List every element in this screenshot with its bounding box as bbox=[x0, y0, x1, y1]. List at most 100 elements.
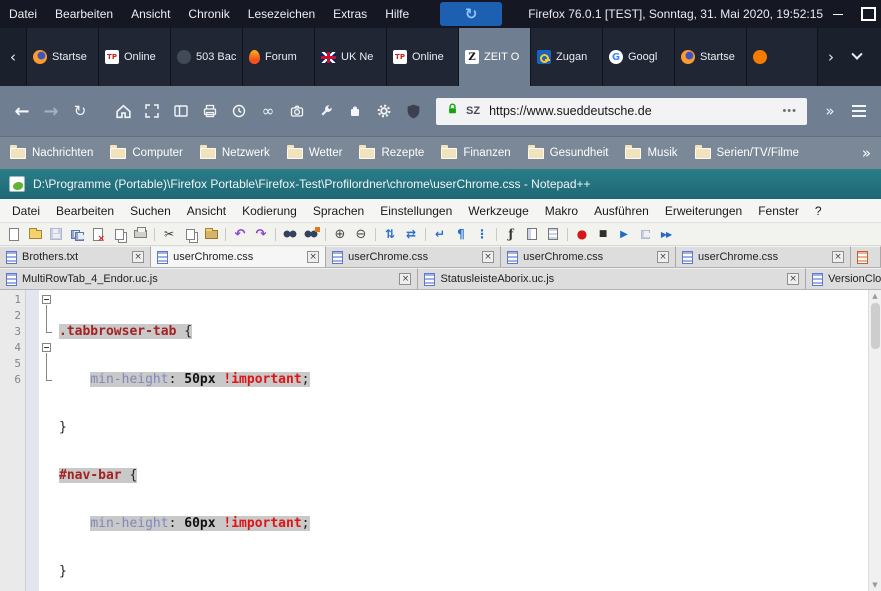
new-file-icon[interactable] bbox=[5, 225, 23, 243]
maximize-button[interactable] bbox=[853, 0, 881, 28]
editor-scrollbar[interactable] bbox=[868, 290, 881, 591]
browser-tab[interactable]: Zugan bbox=[530, 28, 602, 86]
sidebar-icon[interactable] bbox=[167, 96, 195, 126]
indent-guide-icon[interactable] bbox=[473, 225, 491, 243]
save-all-icon[interactable] bbox=[68, 225, 86, 243]
sync-vertical-icon[interactable] bbox=[381, 225, 399, 243]
npp-menu-fenster[interactable]: Fenster bbox=[750, 199, 807, 223]
save-icon[interactable] bbox=[47, 225, 65, 243]
menu-extras[interactable]: Extras bbox=[324, 0, 376, 28]
extensions-icon[interactable] bbox=[341, 96, 369, 126]
menu-ansicht[interactable]: Ansicht bbox=[122, 0, 179, 28]
bookmark-folder-item[interactable]: Finanzen bbox=[441, 147, 510, 159]
bookmark-folder-item[interactable]: Nachrichten bbox=[10, 147, 93, 159]
undo-icon[interactable] bbox=[231, 225, 249, 243]
tab-scroll-left-icon[interactable]: ‹ bbox=[0, 28, 26, 86]
browser-tab[interactable]: Googl bbox=[602, 28, 674, 86]
bookmark-folder-item[interactable]: Gesundheit bbox=[528, 147, 609, 159]
bookmark-folder-item[interactable]: Rezepte bbox=[359, 147, 424, 159]
npp-menu-sprachen[interactable]: Sprachen bbox=[305, 199, 372, 223]
zoom-in-icon[interactable] bbox=[331, 225, 349, 243]
print-icon[interactable] bbox=[196, 96, 224, 126]
menu-bearbeiten[interactable]: Bearbeiten bbox=[46, 0, 122, 28]
sync-horizontal-icon[interactable] bbox=[402, 225, 420, 243]
run-macro-multiple-icon[interactable] bbox=[657, 225, 675, 243]
browser-tab[interactable]: UK Ne bbox=[314, 28, 386, 86]
replace-icon[interactable] bbox=[302, 225, 320, 243]
forward-icon[interactable] bbox=[37, 96, 65, 126]
overflow-chevrons-icon[interactable]: » bbox=[816, 96, 844, 126]
browser-tab[interactable]: 503 Backer bbox=[170, 28, 242, 86]
npp-menu-er weiterungen[interactable]: Erweiterungen bbox=[657, 199, 750, 223]
doc-map-icon[interactable] bbox=[523, 225, 541, 243]
tab-close-icon[interactable] bbox=[482, 251, 494, 263]
find-icon[interactable] bbox=[281, 225, 299, 243]
close-all-icon[interactable] bbox=[110, 225, 128, 243]
tab-close-icon[interactable] bbox=[657, 251, 669, 263]
screenshot-icon[interactable] bbox=[283, 96, 311, 126]
minimize-button[interactable] bbox=[823, 0, 853, 28]
npp-menu-bearbeiten[interactable]: Bearbeiten bbox=[48, 199, 122, 223]
url-text[interactable]: https://www.sueddeutsche.de bbox=[489, 104, 652, 118]
record-macro-icon[interactable] bbox=[573, 225, 591, 243]
npp-tab[interactable]: MultiRowTab_4_Endor.uc.js bbox=[0, 268, 418, 289]
browser-tab[interactable]: Startse bbox=[26, 28, 98, 86]
stop-macro-icon[interactable] bbox=[594, 225, 612, 243]
function-list-icon[interactable] bbox=[502, 225, 520, 243]
npp-menu-datei[interactable]: Datei bbox=[4, 199, 48, 223]
scrollbar-down-icon[interactable] bbox=[872, 581, 877, 589]
save-macro-icon[interactable] bbox=[636, 225, 654, 243]
npp-menu-ausfuehren[interactable]: Ausführen bbox=[586, 199, 657, 223]
browser-tab[interactable]: Startse bbox=[674, 28, 746, 86]
scrollbar-thumb[interactable] bbox=[871, 303, 880, 349]
notepadpp-titlebar[interactable]: D:\Programme (Portable)\Firefox Portable… bbox=[0, 169, 881, 199]
urlbar[interactable]: SZ https://www.sueddeutsche.de ••• bbox=[436, 98, 807, 125]
menu-hamburger-icon[interactable] bbox=[845, 96, 873, 126]
word-wrap-icon[interactable] bbox=[431, 225, 449, 243]
page-actions-icon[interactable]: ••• bbox=[782, 105, 797, 117]
fold-collapse-icon[interactable] bbox=[42, 295, 51, 304]
npp-menu-kodierung[interactable]: Kodierung bbox=[234, 199, 305, 223]
npp-tab-partial[interactable] bbox=[851, 246, 881, 267]
fold-toggle[interactable] bbox=[39, 340, 55, 356]
menu-chronik[interactable]: Chronik bbox=[179, 0, 238, 28]
redo-icon[interactable] bbox=[252, 225, 270, 243]
bookmark-folder-item[interactable]: Serien/TV/Filme bbox=[695, 147, 799, 159]
browser-tab[interactable]: Forum bbox=[242, 28, 314, 86]
gear-icon[interactable] bbox=[370, 96, 398, 126]
npp-menu-ansicht[interactable]: Ansicht bbox=[179, 199, 234, 223]
menu-datei[interactable]: Datei bbox=[0, 0, 46, 28]
open-folder-icon[interactable] bbox=[26, 225, 44, 243]
menu-lesezeichen[interactable]: Lesezeichen bbox=[239, 0, 324, 28]
tab-scroll-right-icon[interactable]: › bbox=[818, 28, 844, 86]
print-icon[interactable] bbox=[131, 225, 149, 243]
npp-menu-einstellungen[interactable]: Einstellungen bbox=[372, 199, 460, 223]
infinity-icon[interactable] bbox=[254, 96, 282, 126]
copy-icon[interactable] bbox=[181, 225, 199, 243]
tab-close-icon[interactable] bbox=[307, 251, 319, 263]
tab-list-chevron-icon[interactable] bbox=[844, 28, 870, 86]
scrollbar-up-icon[interactable] bbox=[872, 292, 877, 300]
cut-icon[interactable] bbox=[160, 225, 178, 243]
shield-icon[interactable] bbox=[399, 96, 427, 126]
tab-close-icon[interactable] bbox=[787, 273, 799, 285]
show-all-chars-icon[interactable] bbox=[452, 225, 470, 243]
bookmarks-overflow-icon[interactable]: » bbox=[862, 144, 871, 162]
browser-tab[interactable]: Online bbox=[386, 28, 458, 86]
paste-icon[interactable] bbox=[202, 225, 220, 243]
menu-hilfe[interactable]: Hilfe bbox=[376, 0, 418, 28]
browser-tab[interactable] bbox=[746, 28, 818, 86]
bookmark-folder-item[interactable]: Wetter bbox=[287, 147, 343, 159]
history-icon[interactable] bbox=[225, 96, 253, 126]
npp-menu-makro[interactable]: Makro bbox=[537, 199, 586, 223]
fullscreen-icon[interactable] bbox=[138, 96, 166, 126]
npp-menu-suchen[interactable]: Suchen bbox=[122, 199, 179, 223]
bookmark-folder-item[interactable]: Computer bbox=[110, 147, 183, 159]
bookmark-folder-item[interactable]: Netzwerk bbox=[200, 147, 270, 159]
code-area[interactable]: .tabbrowser-tab { min-height: 50px !impo… bbox=[55, 290, 868, 591]
doc-list-icon[interactable] bbox=[544, 225, 562, 243]
tab-close-icon[interactable] bbox=[832, 251, 844, 263]
npp-tab[interactable]: userChrome.css bbox=[501, 246, 676, 267]
npp-tab[interactable]: userChrome.css bbox=[676, 246, 851, 267]
npp-menu-hilfe[interactable]: ? bbox=[807, 199, 830, 223]
